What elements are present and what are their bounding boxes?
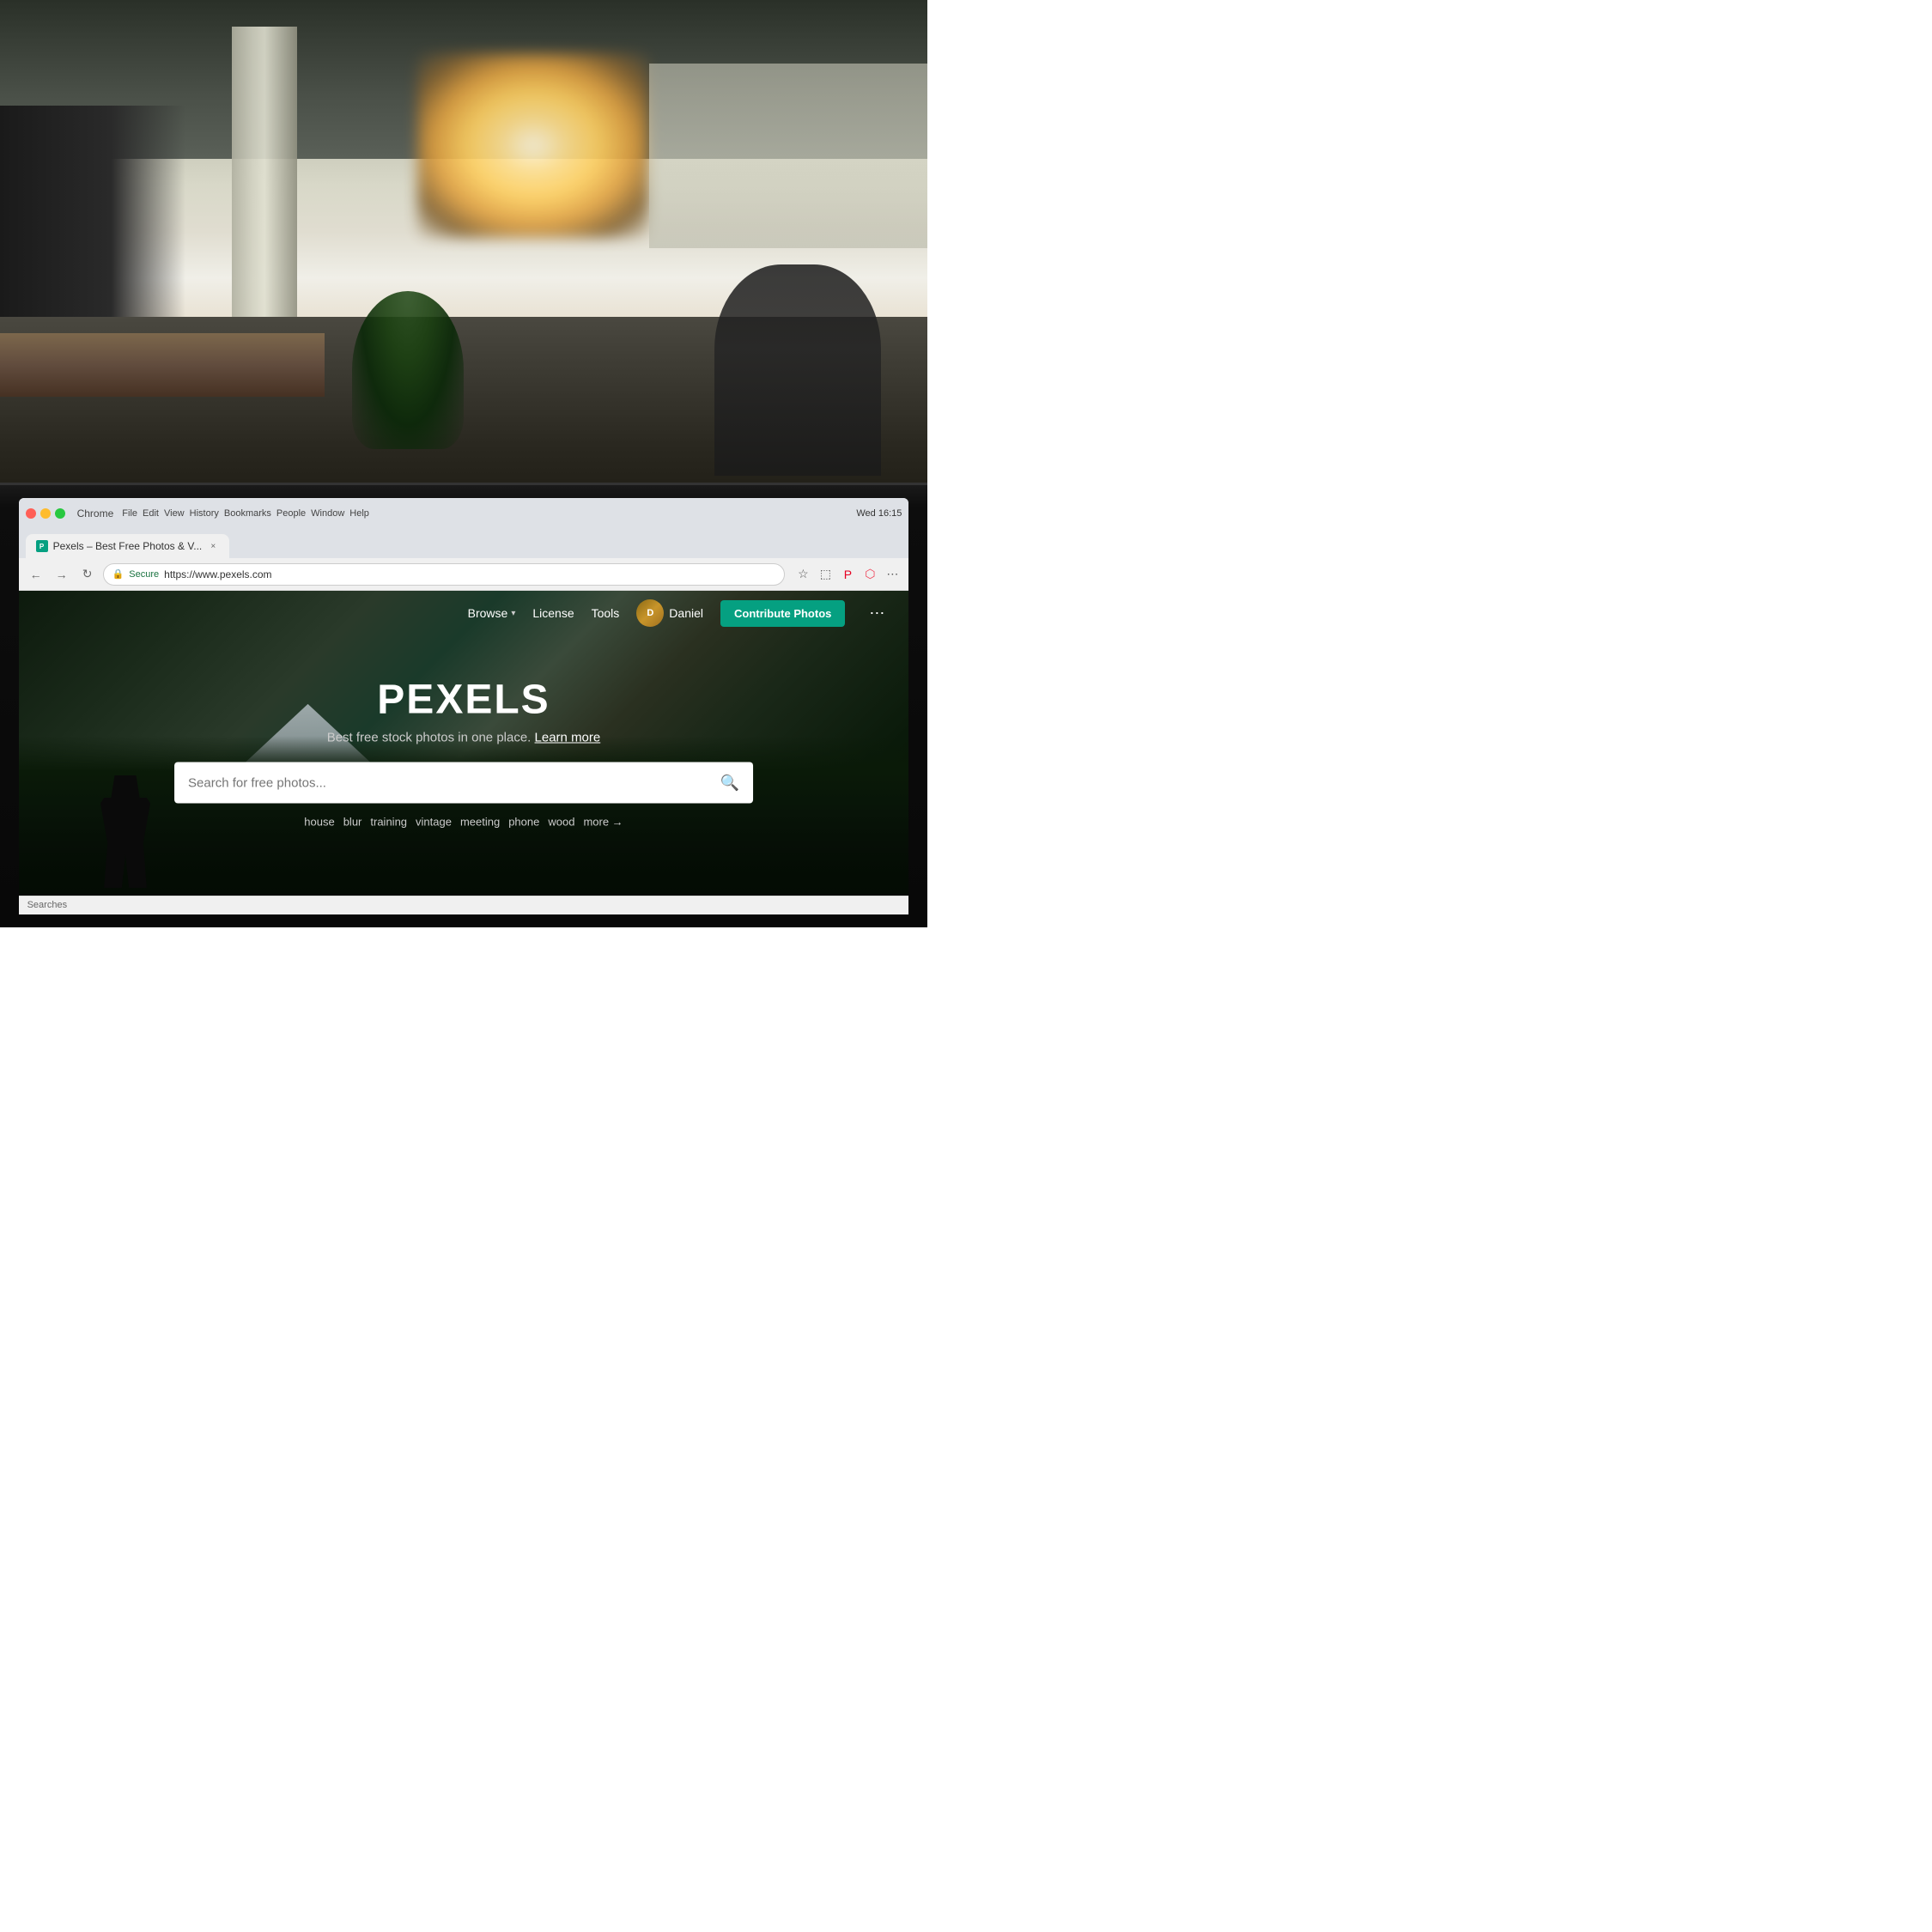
extensions-icon[interactable]: ⬚ <box>816 565 835 584</box>
close-dot[interactable] <box>26 508 36 519</box>
refresh-button[interactable]: ↻ <box>77 564 98 585</box>
address-bar-row: ← → ↻ 🔒 Secure https://www.pexels.com ☆ … <box>19 558 909 591</box>
more-suggestions-link[interactable]: more → <box>583 816 623 829</box>
help-menu[interactable]: Help <box>349 508 369 519</box>
suggestion-vintage[interactable]: vintage <box>416 816 452 829</box>
bookmark-icon[interactable]: ☆ <box>793 565 812 584</box>
tab-bar: P Pexels – Best Free Photos & V... × <box>19 529 909 558</box>
chair <box>714 264 881 476</box>
pinterest-icon[interactable]: P <box>838 565 857 584</box>
pillar <box>232 27 297 343</box>
chrome-app-name: Chrome <box>77 507 114 519</box>
suggestion-training[interactable]: training <box>370 816 407 829</box>
monitor-container: Chrome File Edit View History Bookmarks … <box>0 483 927 927</box>
file-menu[interactable]: File <box>122 508 137 519</box>
user-name-label: Daniel <box>669 606 703 620</box>
status-text: Searches <box>27 900 67 910</box>
secure-text: Secure <box>129 569 159 580</box>
browse-chevron-icon: ▾ <box>511 609 515 618</box>
tools-nav-item[interactable]: Tools <box>592 606 620 620</box>
plant <box>352 291 464 450</box>
suggestion-wood[interactable]: wood <box>548 816 574 829</box>
pexels-tagline: Best free stock photos in one place. Lea… <box>174 731 753 745</box>
user-avatar: D <box>636 599 664 627</box>
monitor-bezel: Chrome File Edit View History Bookmarks … <box>0 483 927 927</box>
edit-menu[interactable]: Edit <box>143 508 159 519</box>
pexels-nav-items: Browse ▾ License Tools D Daniel Contribu… <box>468 599 892 627</box>
view-menu[interactable]: View <box>164 508 185 519</box>
toolbar-icons: ☆ ⬚ P ⬡ ⋯ <box>793 565 902 584</box>
search-suggestions: house blur training vintage meeting phon… <box>174 816 753 829</box>
learn-more-link[interactable]: Learn more <box>535 731 601 745</box>
pexels-content: Browse ▾ License Tools D Daniel Contribu… <box>19 591 909 914</box>
office-scene <box>0 0 927 529</box>
system-time: Wed 16:15 <box>856 508 902 519</box>
pexels-hero-content: PEXELS Best free stock photos in one pla… <box>174 677 753 829</box>
tab-label: Pexels – Best Free Photos & V... <box>53 540 203 552</box>
fullscreen-dot[interactable] <box>55 508 65 519</box>
status-bar: Searches <box>19 896 909 914</box>
window-menu[interactable]: Window <box>311 508 344 519</box>
more-options-button[interactable]: ⋯ <box>862 601 891 626</box>
minimize-dot[interactable] <box>40 508 51 519</box>
pocket-icon[interactable]: ⬡ <box>860 565 879 584</box>
back-button[interactable]: ← <box>26 564 46 585</box>
right-windows <box>649 64 927 248</box>
window-light <box>417 53 649 238</box>
license-nav-item[interactable]: License <box>532 606 574 620</box>
active-tab[interactable]: P Pexels – Best Free Photos & V... × <box>26 534 230 558</box>
tab-close-button[interactable]: × <box>207 540 219 552</box>
forward-button[interactable]: → <box>52 564 72 585</box>
chrome-titlebar: Chrome File Edit View History Bookmarks … <box>19 498 909 529</box>
browse-nav-item[interactable]: Browse ▾ <box>468 606 516 620</box>
suggestion-house[interactable]: house <box>304 816 334 829</box>
tagline-text: Best free stock photos in one place. <box>327 731 532 745</box>
address-bar[interactable]: 🔒 Secure https://www.pexels.com <box>103 563 786 586</box>
user-nav-item[interactable]: D Daniel <box>636 599 703 627</box>
history-menu[interactable]: History <box>190 508 219 519</box>
contribute-photos-button[interactable]: Contribute Photos <box>720 600 845 627</box>
secure-lock-icon: 🔒 <box>112 568 125 580</box>
more-extensions-icon[interactable]: ⋯ <box>883 565 902 584</box>
search-submit-icon[interactable]: 🔍 <box>720 774 739 792</box>
people-menu[interactable]: People <box>276 508 306 519</box>
browse-label: Browse <box>468 606 508 620</box>
tab-favicon: P <box>36 540 48 552</box>
url-text: https://www.pexels.com <box>164 568 271 580</box>
bookmarks-menu[interactable]: Bookmarks <box>224 508 271 519</box>
desk <box>0 333 325 397</box>
suggestion-phone[interactable]: phone <box>508 816 539 829</box>
pexels-navbar: Browse ▾ License Tools D Daniel Contribu… <box>19 591 909 635</box>
pexels-search-bar[interactable]: 🔍 <box>174 762 753 804</box>
suggestion-blur[interactable]: blur <box>343 816 362 829</box>
browser-window: Chrome File Edit View History Bookmarks … <box>19 498 909 914</box>
suggestion-meeting[interactable]: meeting <box>460 816 500 829</box>
pexels-logo: PEXELS <box>174 677 753 724</box>
window-controls <box>26 508 65 519</box>
pexels-search-input[interactable] <box>188 775 713 790</box>
